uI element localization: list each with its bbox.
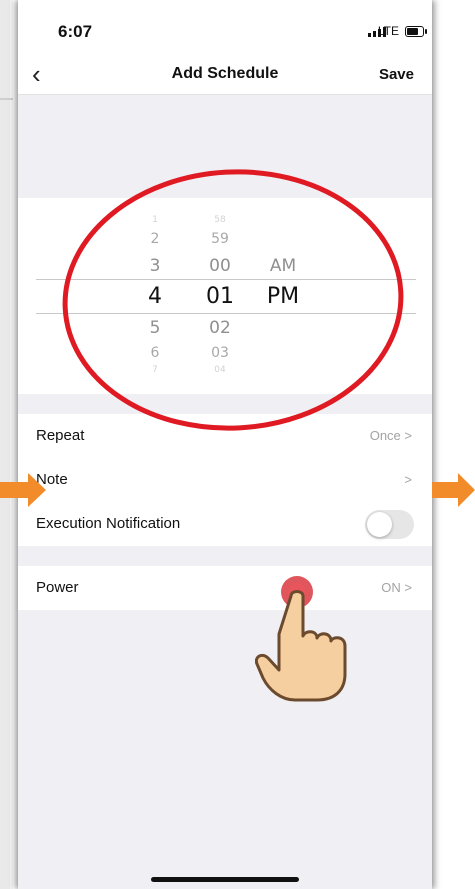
minute-option: 04 <box>214 365 226 375</box>
status-time: 6:07 <box>58 22 93 41</box>
settings-group: Repeat Once > Note > Execution Notificat… <box>18 414 432 546</box>
hour-option: 2 <box>150 231 160 247</box>
tap-hand-icon <box>255 576 347 702</box>
repeat-row[interactable]: Repeat Once > <box>18 414 432 458</box>
phone-screen: 6:07 LTE ‹ Add Schedule Save 1 2 3 4 5 6… <box>18 0 432 889</box>
hour-option: 6 <box>150 345 160 361</box>
arrow-right-icon <box>432 473 475 507</box>
background-app-panel <box>0 0 10 889</box>
hour-option: 1 <box>152 215 158 225</box>
repeat-value: Once > <box>370 414 412 458</box>
arrow-right-icon <box>0 473 46 507</box>
execution-notification-toggle[interactable] <box>365 510 414 539</box>
picker-selection-bottom-line <box>36 313 416 314</box>
toggle-knob <box>367 512 392 537</box>
status-bar: 6:07 LTE <box>18 0 432 56</box>
repeat-label: Repeat <box>36 427 85 444</box>
network-type: LTE <box>377 24 399 38</box>
chevron-right-icon: > <box>404 428 412 443</box>
picker-selection-top-line <box>36 279 416 280</box>
chevron-right-icon: > <box>404 580 412 595</box>
save-button[interactable]: Save <box>379 66 414 83</box>
power-row[interactable]: Power ON > <box>18 566 432 610</box>
power-value: ON > <box>381 566 412 610</box>
minute-option: 03 <box>211 345 229 361</box>
hour-option: 7 <box>152 365 158 375</box>
execution-notification-row: Execution Notification <box>18 502 432 546</box>
background-divider <box>0 98 13 100</box>
hour-option: 5 <box>149 318 161 338</box>
execution-notification-label: Execution Notification <box>36 515 181 532</box>
note-row[interactable]: Note > <box>18 458 432 502</box>
repeat-value-text: Once <box>369 428 401 443</box>
minute-option: 00 <box>209 256 231 276</box>
nav-bar: ‹ Add Schedule Save <box>18 56 432 95</box>
hour-option-selected: 4 <box>148 284 162 309</box>
hour-option: 3 <box>149 256 161 276</box>
power-group: Power ON > <box>18 566 432 610</box>
chevron-right-icon: > <box>404 472 412 487</box>
period-option-selected: PM <box>266 284 300 309</box>
battery-icon <box>405 26 427 37</box>
background-app-edge <box>0 0 13 889</box>
minute-option: 58 <box>214 215 226 225</box>
power-label: Power <box>36 579 79 596</box>
minute-option-selected: 01 <box>206 284 234 309</box>
home-indicator <box>151 877 299 882</box>
time-picker[interactable]: 1 2 3 4 5 6 7 58 59 00 01 02 03 04 AM PM <box>18 198 432 394</box>
page-title: Add Schedule <box>171 65 279 82</box>
minute-option: 02 <box>209 318 231 338</box>
period-option: AM <box>269 256 297 276</box>
power-value-text: ON <box>381 580 401 595</box>
minute-option: 59 <box>211 231 229 247</box>
